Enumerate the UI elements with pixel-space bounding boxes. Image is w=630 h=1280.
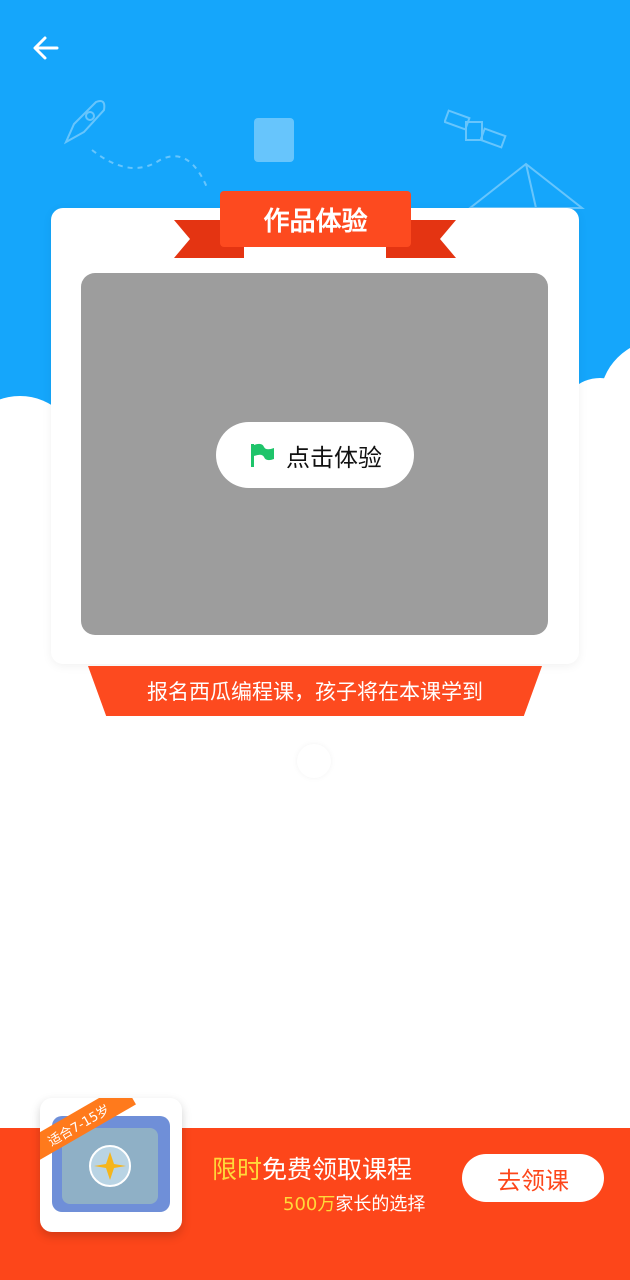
get-course-button[interactable]: 去领课 [462,1154,604,1202]
puzzle-icon [254,118,294,162]
arrow-left-icon [33,36,59,60]
promo-subtitle-highlight: 500万 [283,1194,336,1215]
dashed-path-decoration [91,149,209,191]
page: 作品体验 点击体验 报名西瓜编程课，孩子将在本课学到 适合7-15岁 限时免费领… [0,0,630,1280]
course-image-inner [62,1128,158,1204]
learn-banner: 报名西瓜编程课，孩子将在本课学到 [88,666,542,716]
loading-indicator [297,744,331,778]
try-button[interactable]: 点击体验 [216,422,414,488]
airplane-icon [89,1145,131,1187]
back-button[interactable] [24,26,68,70]
pyramid-icon [467,162,585,209]
promo-subtitle-rest: 家长的选择 [335,1194,426,1215]
course-thumbnail[interactable]: 适合7-15岁 [40,1098,182,1232]
green-flag-icon [251,443,274,467]
card-title: 作品体验 [220,191,411,247]
promo-title-highlight: 限时 [212,1155,263,1184]
satellite-icon [444,109,507,149]
promo-subtitle: 500万家长的选择 [283,1190,425,1216]
promo-title-rest: 免费领取课程 [262,1155,413,1184]
try-button-label: 点击体验 [286,443,382,472]
promo-title: 限时免费领取课程 [212,1150,412,1186]
